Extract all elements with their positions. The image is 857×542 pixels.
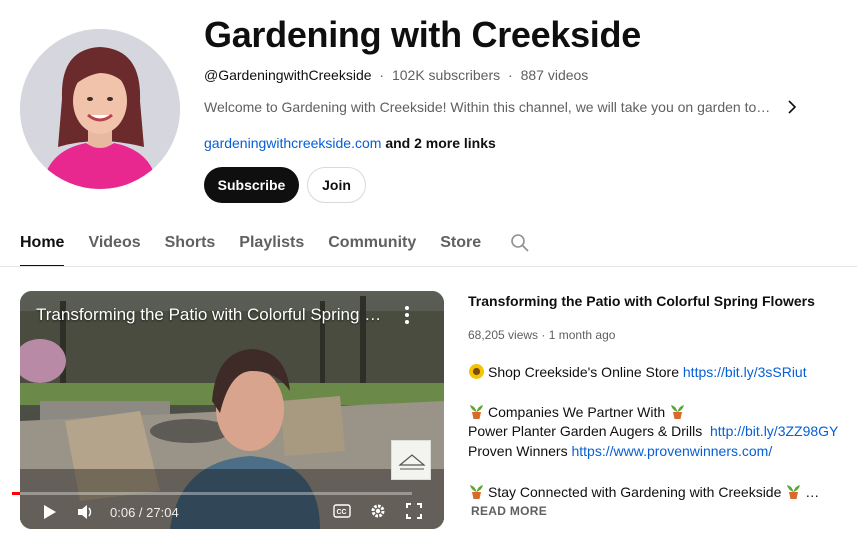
description-text: Stay Connected with Gardening with Creek…	[488, 484, 782, 500]
featured-video-title[interactable]: Transforming the Patio with Colorful Spr…	[468, 293, 815, 309]
partner-link[interactable]: http://bit.ly/3ZZ98GY	[710, 423, 838, 439]
potted-plant-emoji	[468, 403, 485, 423]
more-vert-icon[interactable]	[400, 304, 414, 326]
description-text: Proven Winners	[468, 443, 568, 459]
player-title[interactable]: Transforming the Patio with Colorful Spr…	[36, 305, 388, 325]
search-icon[interactable]	[510, 233, 530, 253]
description-line: Stay Connected with Gardening with Creek…	[468, 483, 819, 503]
tab-videos[interactable]: Videos	[88, 224, 140, 266]
play-icon[interactable]	[42, 503, 58, 526]
channel-description[interactable]: Welcome to Gardening with Creekside! Wit…	[204, 99, 776, 115]
chevron-right-icon[interactable]	[782, 97, 802, 117]
progress-bar[interactable]	[12, 492, 412, 495]
sunflower-emoji	[468, 363, 485, 383]
subscribe-button[interactable]: Subscribe	[204, 167, 299, 203]
potted-plant-emoji	[468, 483, 485, 503]
meta-separator: ·	[541, 328, 546, 342]
more-links-button[interactable]: and 2 more links	[385, 135, 495, 151]
description-line: Power Planter Garden Augers & Drills htt…	[468, 423, 838, 439]
video-time: 0:06 / 27:04	[110, 505, 179, 520]
potted-plant-emoji	[785, 483, 802, 503]
fullscreen-icon[interactable]	[406, 503, 422, 524]
channel-handle: @GardeningwithCreekside	[204, 67, 372, 83]
description-text: Companies We Partner With	[488, 404, 666, 420]
tab-playlists[interactable]: Playlists	[239, 224, 304, 266]
description-text: Power Planter Garden Augers & Drills	[468, 423, 703, 439]
meta-separator: ·	[379, 67, 385, 83]
channel-meta: @GardeningwithCreekside · 102K subscribe…	[204, 67, 588, 83]
website-link[interactable]: gardeningwithcreekside.com	[204, 135, 381, 151]
upload-age: 1 month ago	[548, 328, 616, 342]
cc-icon[interactable]: CC	[333, 503, 351, 524]
volume-icon[interactable]	[77, 504, 95, 525]
video-meta: 68,205 views · 1 month ago	[468, 328, 615, 342]
description-line: Companies We Partner With	[468, 403, 689, 423]
channel-avatar	[20, 29, 180, 189]
description-text: Shop Creekside's Online Store	[488, 364, 679, 380]
store-link[interactable]: https://bit.ly/3sSRiut	[683, 364, 807, 380]
tab-community[interactable]: Community	[328, 224, 416, 266]
tab-store[interactable]: Store	[440, 224, 481, 266]
view-count: 68,205 views	[468, 328, 539, 342]
tab-home[interactable]: Home	[20, 224, 65, 267]
tab-shorts[interactable]: Shorts	[165, 224, 216, 266]
channel-links: gardeningwithcreekside.com and 2 more li…	[204, 135, 496, 151]
tabs-divider	[0, 266, 857, 267]
read-more-button[interactable]: READ MORE	[471, 504, 547, 518]
progress-fill	[12, 492, 20, 495]
description-line: Proven Winners https://www.provenwinners…	[468, 443, 772, 459]
svg-text:CC: CC	[337, 509, 347, 516]
gear-icon[interactable]	[370, 503, 386, 524]
potted-plant-emoji	[669, 403, 686, 423]
channel-title: Gardening with Creekside	[204, 14, 641, 55]
channel-tabs: Home Videos Shorts Playlists Community S…	[20, 224, 505, 267]
truncation-ellipsis: …	[805, 484, 820, 500]
channel-watermark[interactable]	[391, 440, 431, 480]
meta-separator: ·	[508, 67, 513, 83]
subscriber-count: 102K subscribers	[391, 67, 501, 83]
partner-link[interactable]: https://www.provenwinners.com/	[571, 443, 772, 459]
avatar-portrait	[20, 29, 180, 189]
join-button[interactable]: Join	[307, 167, 366, 203]
video-count: 887 videos	[520, 67, 589, 83]
description-line: Shop Creekside's Online Store https://bi…	[468, 363, 807, 383]
